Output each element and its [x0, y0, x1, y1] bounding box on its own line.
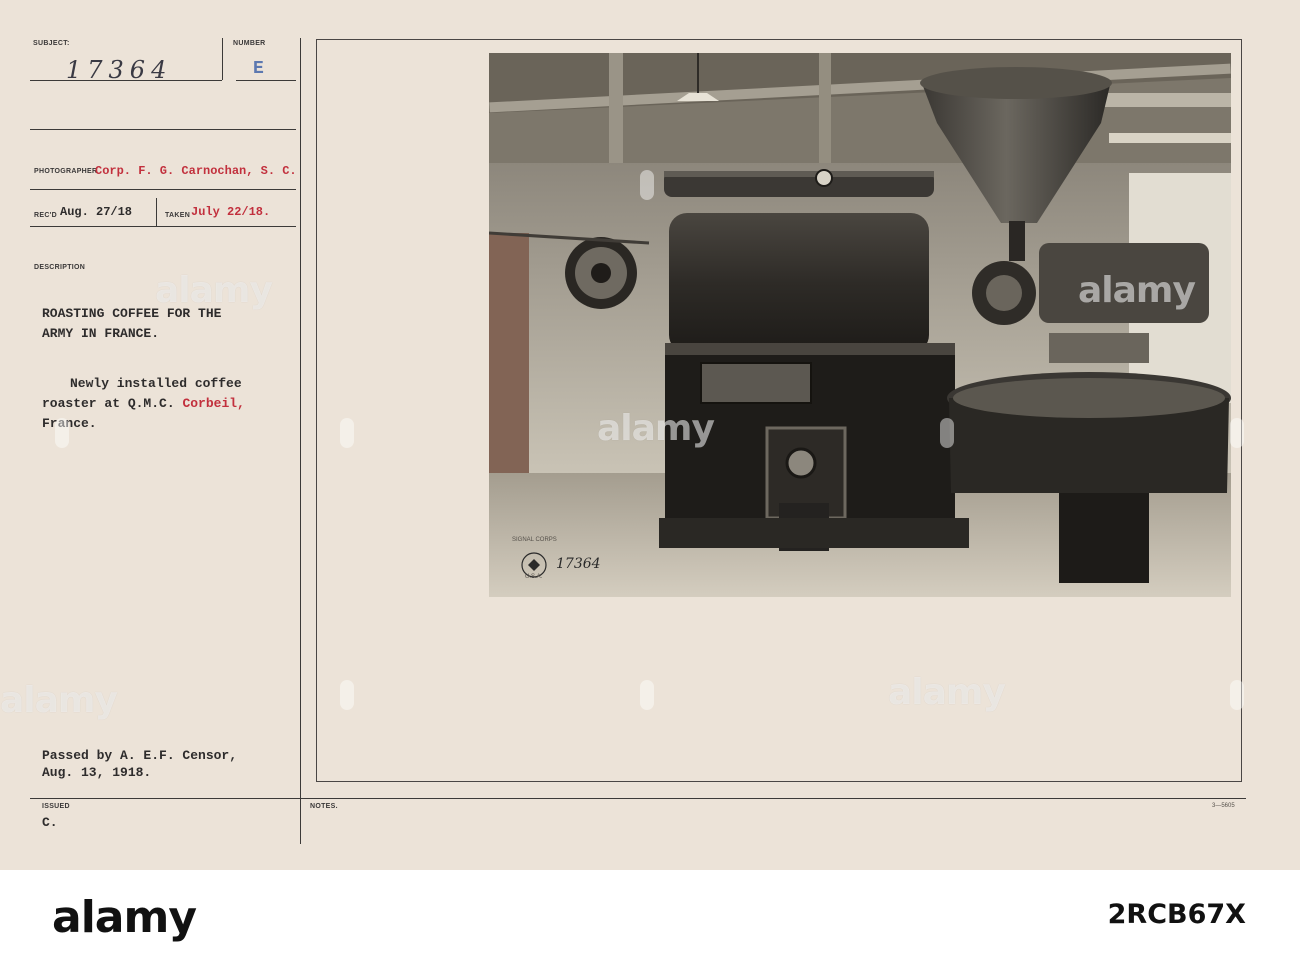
watermark-4: alamy	[888, 672, 1006, 713]
issued-label: ISSUED	[42, 803, 70, 810]
watermark-mark-7	[940, 418, 954, 448]
watermark-5: alamy	[1078, 270, 1196, 311]
watermark-mark-8	[1230, 418, 1244, 448]
subject-value: 17364	[66, 56, 173, 84]
number-value: E	[253, 59, 264, 79]
header-block-rule	[30, 129, 296, 130]
number-underline	[236, 80, 296, 81]
description-line-2-prefix: roaster at Q.M.C.	[42, 396, 183, 411]
notes-label: NOTES.	[310, 803, 338, 810]
photo-drawing	[489, 53, 1231, 597]
footer-logo: alamy	[52, 892, 197, 943]
issued-rule	[30, 798, 1246, 799]
photo-number: 17364	[556, 556, 601, 572]
form-code: 3—5605	[1212, 803, 1235, 809]
recd-taken-divider	[156, 198, 157, 226]
watermark-mark-3	[340, 680, 354, 710]
photographer-label: PHOTOGRAPHER	[34, 168, 98, 175]
recd-value: Aug. 27/18	[60, 205, 133, 219]
archival-card: SUBJECT: NUMBER 17364 E PHOTOGRAPHER Cor…	[0, 0, 1300, 870]
coffee-roaster-photo	[489, 53, 1231, 597]
watermark-mark-4	[640, 680, 654, 710]
watermark-mark-2	[340, 418, 354, 448]
recd-label: REC'D	[34, 212, 57, 219]
seal-bottom-text: U.S.A.	[525, 574, 543, 580]
subject-number-divider	[222, 38, 223, 80]
title-line-2: ARMY IN FRANCE.	[42, 326, 160, 341]
description-line-2: roaster at Q.M.C. Corbeil,	[42, 396, 245, 411]
description-label: DESCRIPTION	[34, 264, 86, 271]
signal-corps-seal	[521, 552, 547, 578]
watermark-2: alamy	[597, 408, 715, 449]
subject-label: SUBJECT:	[33, 40, 70, 47]
watermark-mark-1	[55, 418, 69, 448]
censor-line-2: Aug. 13, 1918.	[42, 765, 152, 780]
location-name: Corbeil,	[182, 396, 245, 411]
watermark-mark-5	[1230, 680, 1244, 710]
description-line-1: Newly installed coffee	[70, 376, 242, 391]
photographer-value: Corp. F. G. Carnochan, S. C.	[95, 164, 297, 178]
seal-top-text: SIGNAL CORPS	[512, 537, 557, 543]
taken-label: TAKEN	[165, 212, 191, 219]
dates-rule	[30, 226, 296, 227]
watermark-1: alamy	[155, 270, 273, 311]
censor-line-1: Passed by A. E.F. Censor,	[42, 748, 238, 763]
watermark-mark-6	[640, 170, 654, 200]
description-line-3: France.	[42, 416, 97, 431]
watermark-3: alamy	[0, 680, 118, 721]
footer-image-id: 2RCB67X	[1107, 899, 1246, 930]
number-label: NUMBER	[233, 40, 266, 47]
taken-value: July 22/18.	[191, 205, 271, 219]
photographer-rule	[30, 189, 296, 190]
left-column-border	[300, 38, 301, 844]
issued-value: C.	[42, 815, 58, 830]
